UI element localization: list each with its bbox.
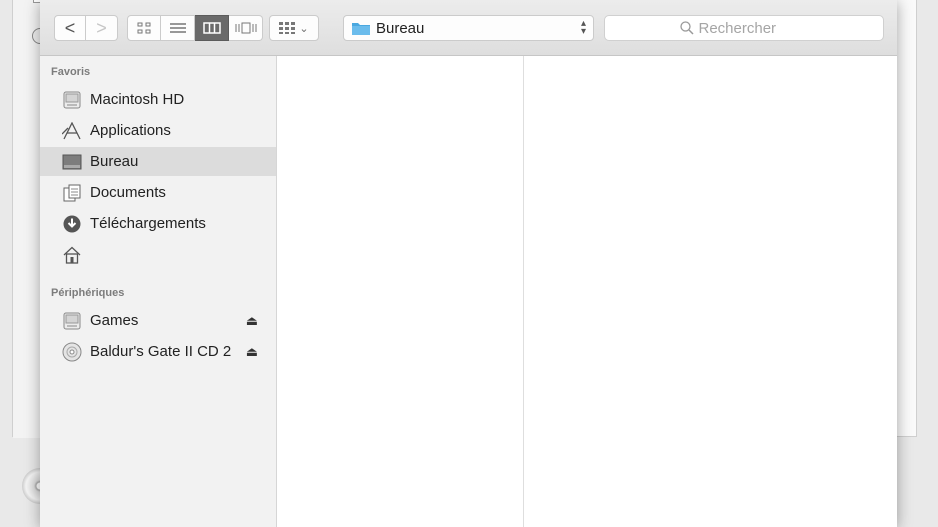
search-input[interactable] [698,19,809,37]
sidebar-item-label: Games [90,312,139,329]
documents-icon [62,183,82,203]
toolbar: < > ⌄ Bureau ▴ ▾ Rechercher [40,0,897,56]
icon-view-icon [137,22,151,34]
folder-icon [352,23,370,35]
sidebar-section-favorites: Favoris [51,66,91,78]
desktop-icon [62,152,82,172]
search-field[interactable] [604,15,884,41]
location-popup-button[interactable]: Bureau ▴ ▾ [343,15,594,41]
forward-button[interactable]: > [86,15,118,41]
hard-drive-icon [62,90,82,110]
list-view-icon [169,23,186,33]
column-view-button[interactable] [195,15,229,41]
list-view-button[interactable] [161,15,195,41]
sidebar-item-label: Macintosh HD [90,91,185,108]
coverflow-view-button[interactable] [229,15,263,41]
search-icon [679,21,694,35]
sidebar-item-macintosh-hd[interactable]: Macintosh HD [40,85,276,114]
view-mode-segmented-control [127,15,263,41]
eject-icon[interactable]: ⏏ [246,313,258,329]
location-label: Bureau [376,19,425,37]
sidebar-item-label: Téléchargements [90,215,206,232]
arrange-grid-icon [279,22,296,34]
chevron-left-icon: < [64,17,76,38]
sidebar-item-bureau[interactable]: Bureau [40,147,276,176]
sidebar-item-telechargements[interactable]: Téléchargements [40,209,276,238]
chevron-down-icon: ⌄ [299,22,309,35]
sidebar-item-documents[interactable]: Documents [40,178,276,207]
browser-column-1[interactable] [277,56,524,527]
sidebar: Favoris Macintosh HD Applications Bureau… [40,56,277,527]
downloads-icon [62,214,82,234]
sidebar-section-devices: Périphériques [51,287,125,299]
sidebar-item-label: Documents [90,184,166,201]
sidebar-item-applications[interactable]: Applications [40,116,276,145]
applications-icon [62,121,82,141]
eject-icon[interactable]: ⏏ [246,344,258,360]
open-file-sheet: < > ⌄ Bureau ▴ ▾ Rechercher Favoris Maci… [40,0,897,527]
cd-icon [62,342,82,362]
sidebar-item-label: Applications [90,122,171,139]
sidebar-item-label: Baldur's Gate II CD 2 [90,343,232,360]
disk-image-icon [62,311,82,331]
sidebar-item-label: Bureau [90,153,139,170]
sidebar-item-home[interactable] [40,240,276,269]
sidebar-item-games[interactable]: Games ⏏ [40,306,276,335]
back-button[interactable]: < [54,15,86,41]
arrange-menu-button[interactable]: ⌄ [269,15,319,41]
chevron-right-icon: > [96,17,107,38]
sidebar-item-baldurs-gate-cd[interactable]: Baldur's Gate II CD 2 ⏏ [40,337,276,366]
up-down-arrows-icon: ▴ ▾ [580,18,586,37]
coverflow-view-icon [235,22,256,34]
column-view-icon [202,22,221,34]
browser-column-2[interactable] [524,56,897,527]
icon-view-button[interactable] [127,15,161,41]
home-icon [62,245,82,265]
